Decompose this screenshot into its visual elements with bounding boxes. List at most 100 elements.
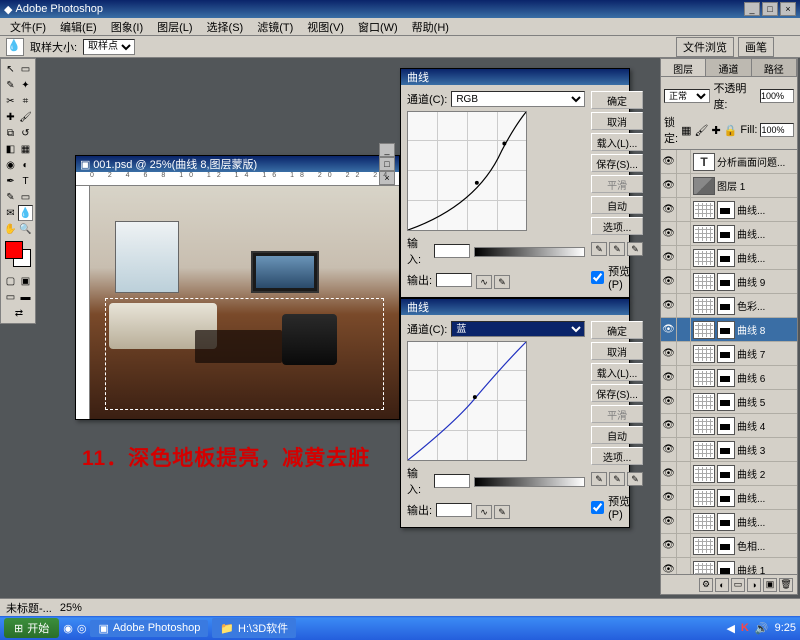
- fx-icon[interactable]: ⚙: [699, 578, 713, 592]
- color-swatches[interactable]: [3, 241, 33, 269]
- layer-thumb[interactable]: [693, 273, 715, 291]
- smooth-button[interactable]: 平滑: [591, 175, 643, 193]
- layer-row[interactable]: 👁曲线 3: [661, 438, 797, 462]
- link-cell[interactable]: [677, 510, 691, 533]
- brush-tool[interactable]: 🖌: [18, 109, 33, 125]
- curve-graph[interactable]: [407, 111, 527, 231]
- link-cell[interactable]: [677, 462, 691, 485]
- visibility-icon[interactable]: 👁: [661, 558, 677, 574]
- link-cell[interactable]: [677, 198, 691, 221]
- visibility-icon[interactable]: 👁: [661, 150, 677, 173]
- preview-checkbox-2[interactable]: [591, 501, 604, 514]
- type-tool[interactable]: T: [18, 173, 33, 189]
- menu-layer[interactable]: 图层(L): [151, 19, 198, 35]
- doc-min[interactable]: _: [379, 143, 395, 157]
- quicklaunch-icon-2[interactable]: ◎: [77, 622, 87, 635]
- fg-color[interactable]: [5, 241, 23, 259]
- curve-point-tool-2[interactable]: ∿: [476, 505, 492, 519]
- opacity-field[interactable]: [760, 89, 794, 103]
- eyedrop-black-icon[interactable]: ✎: [591, 242, 607, 256]
- input-field[interactable]: [434, 244, 470, 258]
- blend-mode-select[interactable]: 正常: [664, 89, 710, 103]
- curve-graph-2[interactable]: [407, 341, 527, 461]
- tab-layers[interactable]: 图层: [661, 59, 706, 76]
- menu-view[interactable]: 视图(V): [301, 19, 350, 35]
- layer-thumb[interactable]: [693, 537, 715, 555]
- options-button-2[interactable]: 选项...: [591, 447, 643, 465]
- visibility-icon[interactable]: 👁: [661, 198, 677, 221]
- pen-tool[interactable]: ✎: [3, 189, 18, 205]
- visibility-icon[interactable]: 👁: [661, 222, 677, 245]
- link-cell[interactable]: [677, 438, 691, 461]
- load-button-2[interactable]: 载入(L)...: [591, 363, 643, 381]
- eyedrop-gray-icon-2[interactable]: ✎: [609, 472, 625, 486]
- shape-tool[interactable]: ▭: [18, 189, 33, 205]
- notes-tool[interactable]: ✉: [3, 205, 18, 221]
- visibility-icon[interactable]: 👁: [661, 486, 677, 509]
- menu-edit[interactable]: 编辑(E): [54, 19, 103, 35]
- blur-tool[interactable]: ◉: [3, 157, 18, 173]
- menu-help[interactable]: 帮助(H): [406, 19, 455, 35]
- visibility-icon[interactable]: 👁: [661, 270, 677, 293]
- layer-row[interactable]: 👁色彩...: [661, 294, 797, 318]
- auto-button[interactable]: 自动: [591, 196, 643, 214]
- task-explorer[interactable]: 📁H:\3D软件: [212, 618, 296, 638]
- auto-button-2[interactable]: 自动: [591, 426, 643, 444]
- task-photoshop[interactable]: ▣Adobe Photoshop: [90, 620, 208, 637]
- mask-thumb[interactable]: [717, 417, 735, 435]
- visibility-icon[interactable]: 👁: [661, 294, 677, 317]
- link-cell[interactable]: [677, 342, 691, 365]
- eyedropper-tool[interactable]: 💧: [18, 205, 33, 221]
- move-tool[interactable]: ↖: [3, 61, 18, 77]
- curve-pencil-tool-2[interactable]: ✎: [494, 505, 510, 519]
- imageready-jump[interactable]: ⇄: [3, 305, 35, 321]
- slice-tool[interactable]: ⌗: [18, 93, 33, 109]
- tab-paths[interactable]: 路径: [752, 59, 797, 76]
- eyedropper-icon[interactable]: 💧: [6, 38, 24, 56]
- history-brush-tool[interactable]: ↺: [18, 125, 33, 141]
- new-layer-icon[interactable]: ▣: [763, 578, 777, 592]
- layer-row[interactable]: 👁曲线 5: [661, 390, 797, 414]
- wand-tool[interactable]: ✦: [18, 77, 33, 93]
- system-tray[interactable]: ◀ K 🔊 9:25: [726, 622, 796, 635]
- menu-filter[interactable]: 滤镜(T): [251, 19, 299, 35]
- lock-brush-icon[interactable]: 🖌: [694, 124, 708, 137]
- visibility-icon[interactable]: 👁: [661, 390, 677, 413]
- layer-thumb[interactable]: [693, 345, 715, 363]
- link-cell[interactable]: [677, 534, 691, 557]
- adjust-icon[interactable]: ◑: [747, 578, 761, 592]
- visibility-icon[interactable]: 👁: [661, 366, 677, 389]
- link-cell[interactable]: [677, 486, 691, 509]
- marquee-tool[interactable]: ▭: [18, 61, 33, 77]
- layer-row[interactable]: 👁曲线 1: [661, 558, 797, 574]
- lock-all-icon[interactable]: 🔒: [724, 124, 738, 137]
- tab-brushes[interactable]: 画笔: [738, 37, 774, 57]
- ruler-vertical[interactable]: [76, 186, 90, 419]
- visibility-icon[interactable]: 👁: [661, 438, 677, 461]
- layer-row[interactable]: 👁色相...: [661, 534, 797, 558]
- doc-max[interactable]: □: [379, 157, 395, 171]
- visibility-icon[interactable]: 👁: [661, 342, 677, 365]
- hand-tool[interactable]: ✋: [3, 221, 18, 237]
- dodge-tool[interactable]: ◐: [18, 157, 33, 173]
- tray-icon[interactable]: ◀: [726, 622, 734, 635]
- link-cell[interactable]: [677, 414, 691, 437]
- layer-row[interactable]: 👁曲线 9: [661, 270, 797, 294]
- input-gradient[interactable]: [474, 247, 585, 257]
- heal-tool[interactable]: ✚: [3, 109, 18, 125]
- layer-thumb[interactable]: [693, 369, 715, 387]
- layer-thumb[interactable]: [693, 417, 715, 435]
- gradient-tool[interactable]: ▦: [18, 141, 33, 157]
- input-field-2[interactable]: [434, 474, 470, 488]
- visibility-icon[interactable]: 👁: [661, 174, 677, 197]
- quicklaunch-icon[interactable]: ◉: [63, 622, 73, 635]
- crop-tool[interactable]: ✂: [3, 93, 18, 109]
- channel-select-2[interactable]: 蓝: [451, 321, 585, 337]
- screen-std[interactable]: ▭: [3, 289, 18, 305]
- screen-full[interactable]: ▬: [18, 289, 33, 305]
- eyedrop-white-icon-2[interactable]: ✎: [627, 472, 643, 486]
- path-tool[interactable]: ✒: [3, 173, 18, 189]
- layer-thumb[interactable]: [693, 513, 715, 531]
- eraser-tool[interactable]: ◧: [3, 141, 18, 157]
- layer-thumb[interactable]: [693, 177, 715, 195]
